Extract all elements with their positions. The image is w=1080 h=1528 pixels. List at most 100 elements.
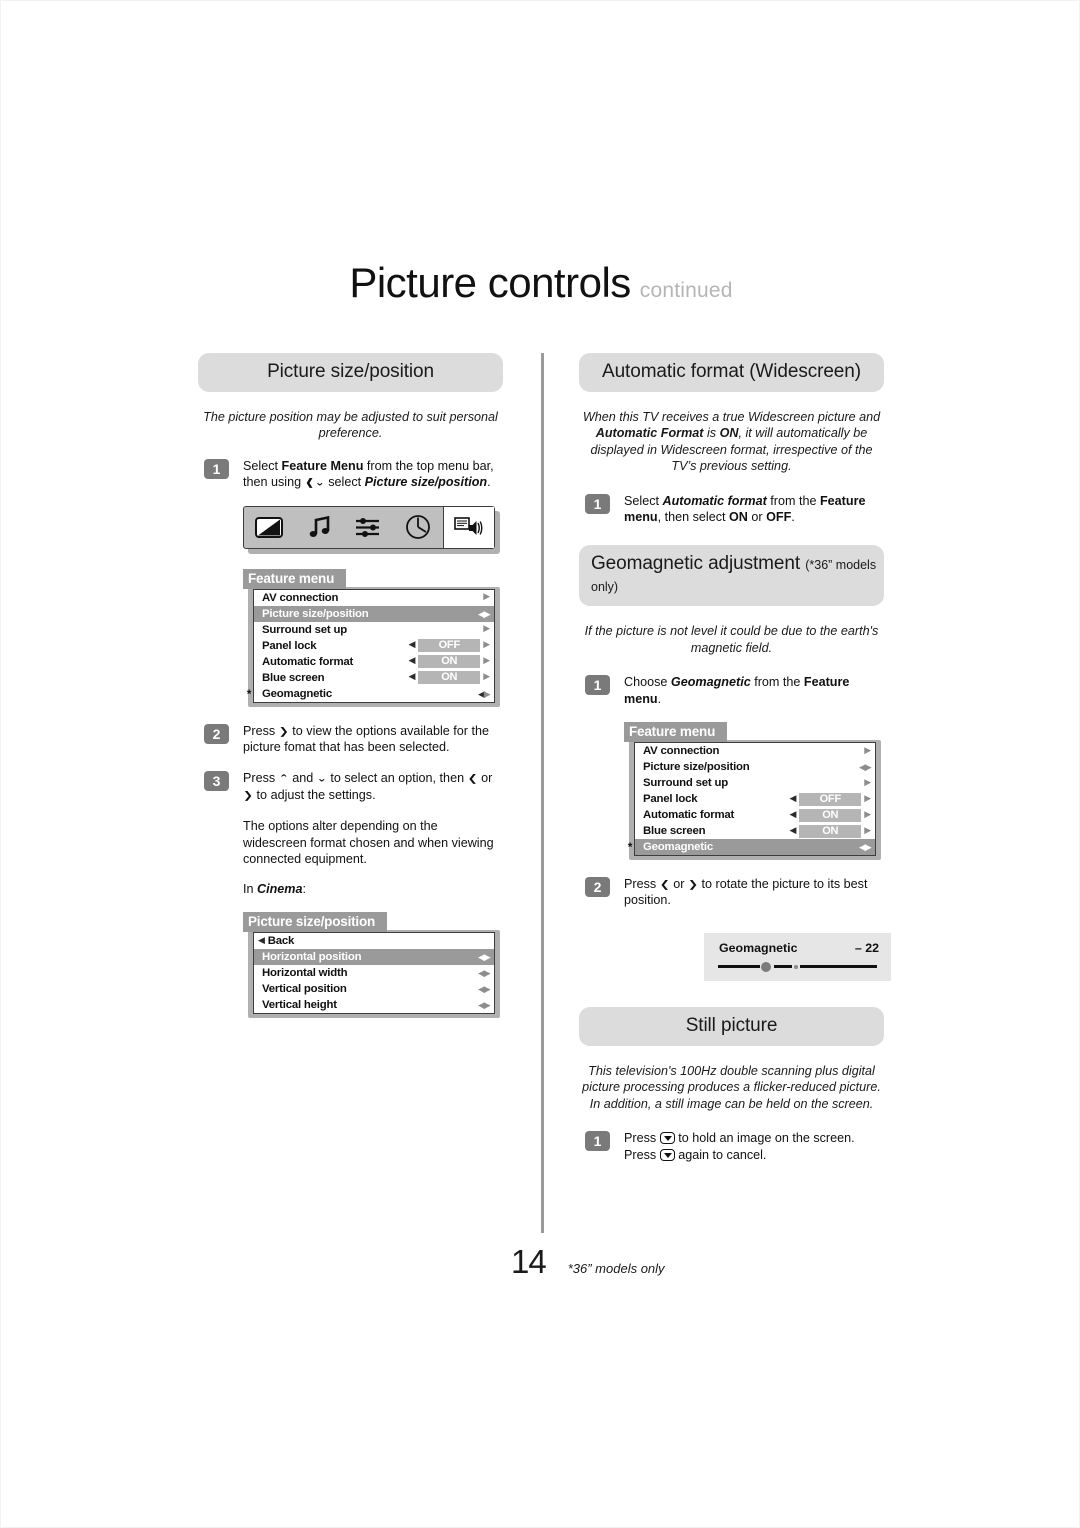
osd-row-blue-screen[interactable]: Blue screen ◀ ON ▶ (635, 823, 875, 839)
osd-row-label: Horizontal position (262, 950, 362, 963)
automatic-format-intro: When this TV receives a true Widescreen … (582, 410, 881, 474)
chevron-right-icon[interactable]: ▶ (483, 593, 490, 602)
page-title-continued: continued (639, 279, 733, 302)
osd-row-label: Horizontal width (262, 966, 348, 979)
chevron-right-icon[interactable]: ▶ (864, 810, 871, 820)
clock-icon[interactable] (393, 507, 443, 548)
osd-row-surround-set-up[interactable]: Surround set up ▶ (635, 775, 875, 791)
osd-row-geomagnetic[interactable]: * Geomagnetic ◀▶ (628, 839, 875, 856)
osd-row-picture-size-position[interactable]: Picture size/position ◀▶ (635, 759, 875, 775)
osd-row-av-connection[interactable]: AV connection ▶ (635, 743, 875, 759)
osd-row-panel-lock[interactable]: Panel lock ◀ OFF ▶ (635, 791, 875, 807)
geomagnetic-slider-track[interactable] (718, 961, 877, 972)
slider-knob[interactable] (761, 961, 771, 972)
osd-row-value[interactable]: OFF (799, 792, 862, 806)
osd-row-label: Vertical position (262, 982, 347, 995)
chevron-right-icon[interactable]: ▶ (483, 625, 490, 634)
osd-row-label: AV connection (643, 745, 720, 758)
chevron-left-icon[interactable]: ◀ (409, 657, 416, 666)
osd-row-label: Automatic format (262, 655, 354, 668)
osd-row-value[interactable]: ON (799, 808, 862, 822)
osd-row-horizontal-position[interactable]: Horizontal position ◀▶ (254, 948, 494, 965)
osd-row-vertical-position[interactable]: Vertical position ◀▶ (254, 981, 494, 997)
osd-row-label: Panel lock (643, 793, 698, 806)
osd-row-value[interactable]: ON (418, 655, 481, 669)
osd-row-value[interactable]: ON (418, 671, 481, 685)
osd-row-vertical-height[interactable]: Vertical height ◀▶ (254, 997, 494, 1013)
chevron-right-icon[interactable]: ▶ (865, 844, 872, 853)
slider-segment (800, 965, 877, 969)
osd-row-label: Geomagnetic (643, 841, 713, 854)
osd-row-label: Panel lock (262, 639, 317, 652)
osd-row-blue-screen[interactable]: Blue screen ◀ ON ▶ (254, 670, 494, 686)
section-banner-picture-size: Picture size/position (198, 353, 503, 392)
osd-row-automatic-format[interactable]: Automatic format ◀ ON ▶ (254, 654, 494, 670)
sound-icon[interactable] (294, 507, 344, 548)
step-1-still-picture: 1 Press to hold an image on the screen. … (579, 1130, 884, 1163)
right-arrow-icon: ❯ (278, 724, 289, 737)
chevron-right-icon[interactable]: ▶ (864, 746, 871, 756)
feature-menu-osd-left: Feature menu AV connection ▶ Picture siz… (243, 568, 500, 707)
feature-icon[interactable] (344, 507, 394, 548)
step-1-picture-size: 1 Select Feature Menu from the top menu … (198, 458, 503, 491)
osd-row-horizontal-width[interactable]: Horizontal width ◀▶ (254, 965, 494, 981)
osd-row-picture-size-position[interactable]: Picture size/position ◀▶ (254, 605, 494, 622)
down-arrow-icon: ⌄ (316, 772, 327, 785)
step-number-badge: 2 (585, 877, 610, 898)
chevron-left-icon[interactable]: ◀ (790, 810, 797, 820)
osd-row-value[interactable]: ON (799, 824, 862, 838)
osd-row-panel-lock[interactable]: Panel lock ◀ OFF ▶ (254, 638, 494, 654)
chevron-right-icon[interactable]: ▶ (484, 985, 491, 995)
chevron-left-icon[interactable]: ◀ (790, 794, 797, 804)
picture-icon[interactable] (244, 507, 294, 548)
column-divider (541, 353, 544, 1233)
geomagnetic-slider-widget: Geomagnetic – 22 (704, 932, 891, 981)
osd-row-av-connection[interactable]: AV connection ▶ (254, 590, 494, 606)
chevron-right-icon[interactable]: ▶ (483, 673, 490, 682)
osd-row-back[interactable]: ◀ Back (254, 933, 494, 949)
chevron-right-icon[interactable]: ▶ (484, 1001, 491, 1011)
step-2-text: Press ❯ to view the options available fo… (243, 723, 489, 755)
osd-row-surround-set-up[interactable]: Surround set up ▶ (254, 622, 494, 638)
osd-row-value[interactable]: OFF (418, 639, 481, 653)
cinema-label: In Cinema: (243, 882, 307, 897)
step-number-badge: 1 (585, 493, 610, 514)
chevron-right-icon[interactable]: ▶ (484, 610, 491, 620)
geomagnetic-slider-label: Geomagnetic (719, 940, 798, 955)
chevron-right-icon[interactable]: ▶ (865, 764, 872, 773)
chevron-left-icon[interactable]: ◀ (409, 673, 416, 682)
chevron-right-icon[interactable]: ▶ (484, 969, 491, 979)
step-number-badge: 2 (204, 723, 229, 744)
step-2-geomagnetic-text: Press ❮ or ❯ to rotate the picture to it… (624, 877, 868, 908)
left-arrow-icon: ❮ (467, 772, 478, 785)
picture-size-osd: Picture size/position ◀ Back Horizontal … (243, 911, 500, 1018)
asterisk-marker: * (246, 686, 252, 701)
footnote: *36” models only (567, 1261, 665, 1276)
picture-size-intro: The picture position may be adjusted to … (203, 410, 498, 441)
chevron-right-icon[interactable]: ▶ (483, 641, 490, 650)
osd-title-feature-menu: Feature menu (243, 568, 347, 589)
up-arrow-icon: ⌃ (278, 772, 289, 785)
chevron-right-icon[interactable]: ▶ (864, 794, 871, 804)
manual-page: Picture controls continued Picture size/p… (0, 0, 1080, 1528)
asterisk-marker: * (627, 840, 633, 855)
chevron-left-icon[interactable]: ◀ (258, 936, 265, 946)
osd-row-label: Automatic format (643, 809, 735, 822)
osd-row-label: Surround set up (643, 777, 728, 790)
chevron-right-icon[interactable]: ▶ (484, 690, 491, 700)
step-3-picture-size: 3 Press ⌃ and ⌄ to select an option, the… (198, 770, 503, 803)
osd-title-feature-menu: Feature menu (624, 722, 728, 743)
chevron-right-icon[interactable]: ▶ (483, 657, 490, 666)
chevron-right-icon[interactable]: ▶ (864, 778, 871, 788)
chevron-right-icon[interactable]: ▶ (484, 953, 491, 963)
chevron-left-icon[interactable]: ◀ (409, 641, 416, 650)
chevron-left-icon[interactable]: ◀ (790, 826, 797, 836)
osd-row-geomagnetic[interactable]: * Geomagnetic ◀▶ (247, 686, 494, 702)
slider-segment (774, 965, 792, 969)
chevron-right-icon[interactable]: ▶ (864, 826, 871, 836)
step-1-automatic-format-text: Select Automatic format from the Feature… (624, 493, 866, 525)
teletext-icon[interactable] (443, 506, 494, 548)
step-number-badge: 3 (204, 771, 229, 792)
step-1-geomagnetic-text: Choose Geomagnetic from the Feature menu… (624, 675, 850, 706)
osd-row-automatic-format[interactable]: Automatic format ◀ ON ▶ (635, 807, 875, 823)
